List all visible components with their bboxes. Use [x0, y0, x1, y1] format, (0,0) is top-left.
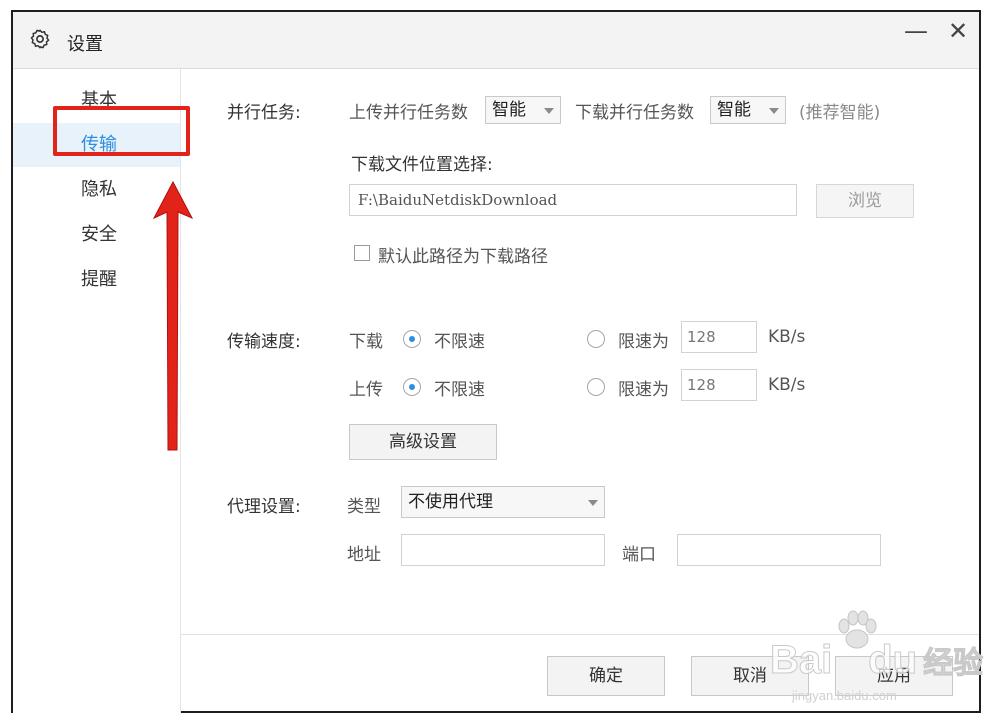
sidebar-item-label: 安全	[81, 224, 117, 245]
default-path-checkbox[interactable]	[354, 245, 370, 261]
download-parallel-select[interactable]: 智能	[710, 96, 786, 124]
download-unlimited-radio[interactable]	[403, 330, 421, 348]
chevron-down-icon	[769, 108, 779, 114]
ok-button[interactable]: 确定	[547, 656, 665, 696]
close-icon: ✕	[947, 17, 969, 45]
speed-section-label: 传输速度:	[227, 332, 301, 352]
red-arrow-annotation	[152, 180, 194, 451]
parallel-section-label: 并行任务:	[227, 103, 301, 123]
gear-icon	[30, 29, 50, 49]
advanced-settings-button[interactable]: 高级设置	[349, 424, 497, 460]
download-speed-unit: KB/s	[768, 327, 806, 347]
upload-speed-unit: KB/s	[768, 375, 806, 395]
close-button[interactable]: ✕	[943, 16, 973, 46]
download-limit-radio[interactable]	[587, 330, 605, 348]
watermark-cn: 经验	[923, 647, 984, 681]
proxy-address-label: 地址	[347, 545, 381, 565]
download-location-label: 下载文件位置选择:	[351, 155, 493, 175]
proxy-section-label: 代理设置:	[227, 497, 301, 517]
watermark-brand-left: Bai	[769, 638, 833, 683]
download-unlimited-label: 不限速	[434, 332, 485, 352]
parallel-hint: (推荐智能)	[799, 103, 881, 123]
upload-unlimited-label: 不限速	[434, 380, 485, 400]
upload-limit-radio[interactable]	[587, 378, 605, 396]
upload-limit-label: 限速为	[618, 380, 669, 400]
window-title: 设置	[67, 34, 103, 55]
download-parallel-label: 下载并行任务数	[575, 103, 694, 123]
advanced-settings-label: 高级设置	[389, 432, 457, 452]
browse-button-label: 浏览	[848, 191, 882, 211]
watermark: Bai du 经验 jingyan.baidu.com	[769, 610, 984, 710]
download-speed-label: 下载	[349, 332, 383, 352]
default-path-label: 默认此路径为下载路径	[378, 247, 548, 267]
watermark-brand-right: du	[868, 638, 918, 683]
chevron-down-icon	[588, 500, 598, 506]
download-limit-label: 限速为	[618, 332, 669, 352]
proxy-port-label: 端口	[622, 545, 656, 565]
download-limit-input[interactable]: 128	[681, 321, 757, 353]
upload-limit-value: 128	[687, 376, 716, 394]
chevron-down-icon	[544, 108, 554, 114]
proxy-port-input[interactable]	[677, 534, 881, 566]
proxy-type-label: 类型	[347, 497, 381, 517]
upload-limit-input[interactable]: 128	[681, 369, 757, 401]
upload-speed-label: 上传	[349, 380, 383, 400]
proxy-address-input[interactable]	[401, 534, 605, 566]
upload-unlimited-radio[interactable]	[403, 378, 421, 396]
cancel-button-label: 取消	[733, 666, 767, 686]
browse-button[interactable]: 浏览	[816, 184, 914, 218]
upload-parallel-label: 上传并行任务数	[349, 103, 468, 123]
download-parallel-value: 智能	[717, 100, 751, 120]
proxy-type-value: 不使用代理	[408, 492, 493, 512]
download-limit-value: 128	[687, 328, 716, 346]
sidebar-item-label: 隐私	[81, 179, 117, 200]
title-bar: 设置 — ✕	[13, 12, 979, 69]
ok-button-label: 确定	[589, 666, 623, 686]
upload-parallel-select[interactable]: 智能	[485, 96, 561, 124]
minimize-button[interactable]: —	[901, 16, 931, 46]
download-path-value: F:\BaiduNetdiskDownload	[358, 191, 558, 209]
watermark-url: jingyan.baidu.com	[792, 688, 897, 703]
upload-parallel-value: 智能	[492, 100, 526, 120]
highlight-annotation	[53, 106, 190, 156]
download-path-input[interactable]: F:\BaiduNetdiskDownload	[349, 184, 797, 216]
minimize-icon: —	[904, 17, 928, 45]
sidebar-item-label: 提醒	[81, 269, 117, 290]
proxy-type-select[interactable]: 不使用代理	[401, 486, 605, 518]
